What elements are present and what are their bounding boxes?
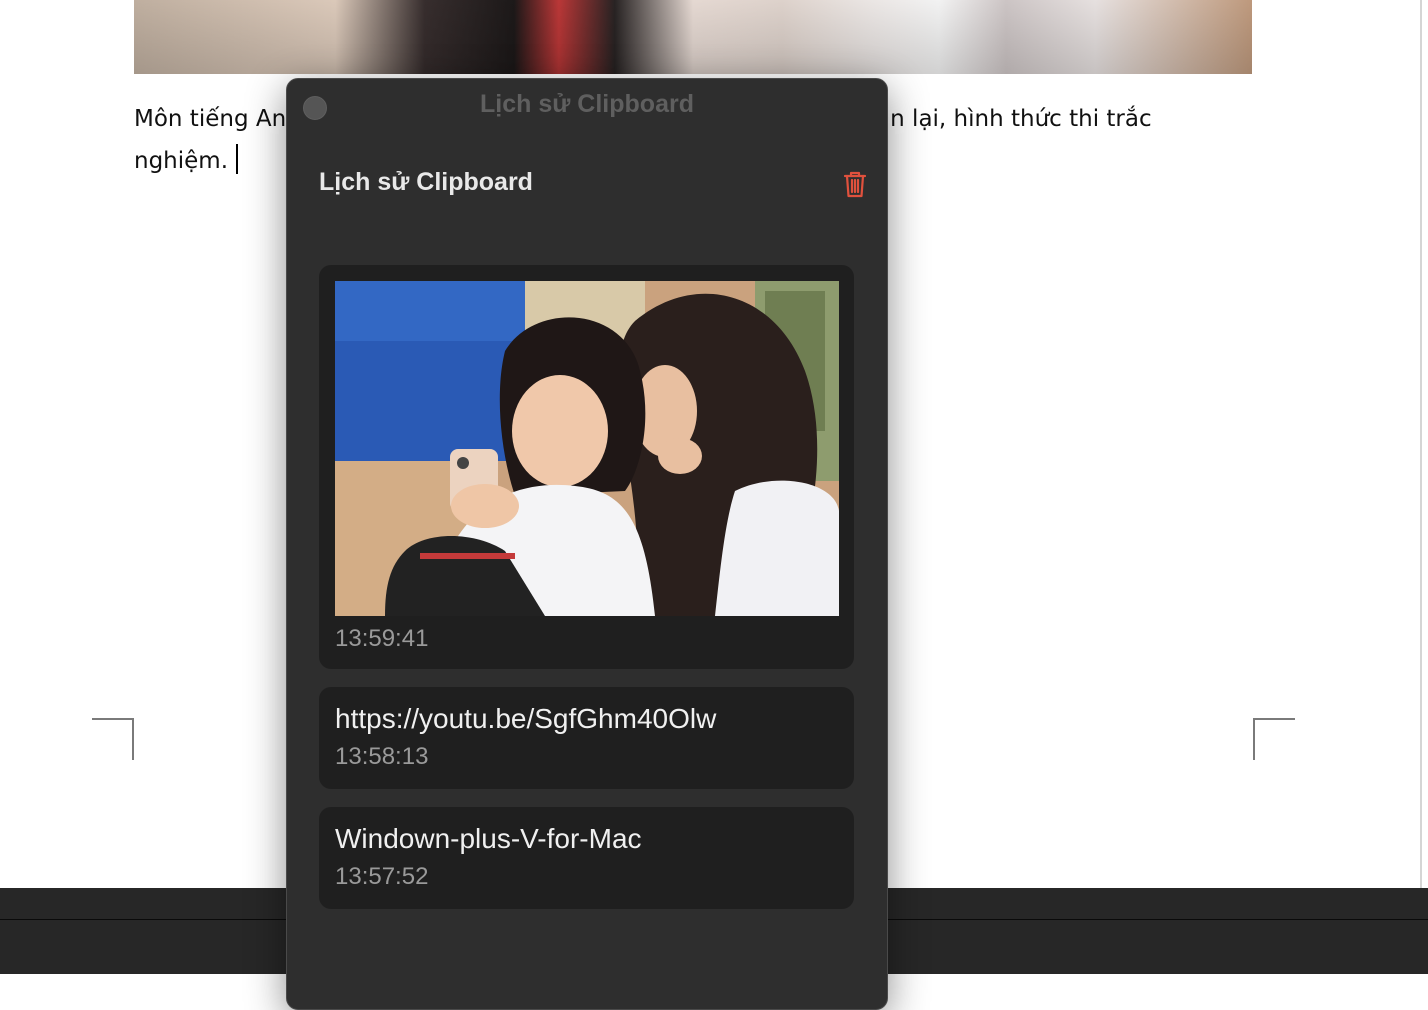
item-timestamp: 13:57:52 [335,863,429,890]
document-text-right: n lại, hình thức thi trắc [890,106,1152,132]
clipboard-item-image[interactable]: 13:59:41 [319,265,854,669]
clipboard-item-text[interactable]: https://youtu.be/SgfGhm40Olw 13:58:13 [319,687,854,789]
window-title: Lịch sử Clipboard [480,90,694,118]
trash-icon [843,171,867,198]
document-text-left: Môn tiếng An [134,106,287,132]
item-content: https://youtu.be/SgfGhm40Olw [335,703,717,734]
page-corner-mark-right [1253,718,1295,760]
document-text-line2: nghiệm. [134,148,229,174]
clipboard-item-text[interactable]: Windown-plus-V-for-Mac 13:57:52 [319,807,854,909]
item-timestamp: 13:59:41 [335,625,429,652]
page-corner-mark-left [92,718,134,760]
document-photo [134,0,1252,74]
clipboard-history-window: Lịch sử Clipboard Lịch sử Clipboard 13:5… [286,78,888,1010]
image-thumbnail [335,281,839,616]
item-timestamp: 13:58:13 [335,743,429,770]
clear-history-button[interactable] [839,168,871,200]
text-caret [236,144,239,174]
item-content: Windown-plus-V-for-Mac [335,823,642,854]
page-edge [1420,0,1422,888]
panel-title: Lịch sử Clipboard [319,168,533,196]
